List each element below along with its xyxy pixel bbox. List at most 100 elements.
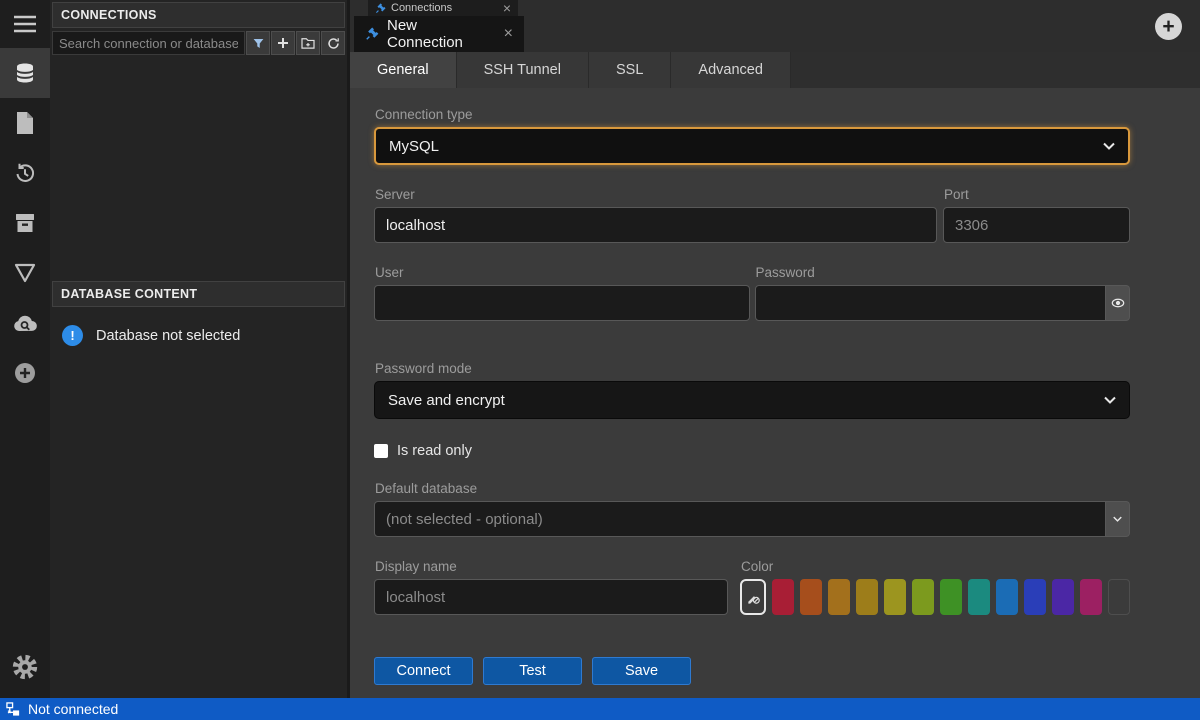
user-input[interactable]: [374, 285, 750, 321]
sidebar-item-add[interactable]: [0, 348, 50, 398]
connection-type-select[interactable]: MySQL: [374, 127, 1130, 165]
color-swatch[interactable]: [800, 579, 822, 615]
default-database-input[interactable]: [374, 501, 1106, 537]
show-password-button[interactable]: [1106, 285, 1130, 321]
test-button[interactable]: Test: [483, 657, 582, 685]
tab-new-connection[interactable]: New Connection ×: [354, 16, 524, 52]
add-circle-icon: [13, 361, 37, 385]
server-input[interactable]: [374, 207, 937, 243]
connect-button[interactable]: Connect: [374, 657, 473, 685]
chevron-down-icon: [1104, 396, 1116, 404]
color-label: Color: [741, 559, 1130, 574]
cloud-search-icon: [12, 312, 38, 334]
color-swatch[interactable]: [940, 579, 962, 615]
tab-ssh-tunnel[interactable]: SSH Tunnel: [457, 52, 589, 88]
password-input[interactable]: [755, 285, 1107, 321]
default-database-label: Default database: [375, 481, 1130, 496]
color-swatch[interactable]: [1080, 579, 1102, 615]
new-folder-button[interactable]: [296, 31, 320, 55]
sidebar-item-history[interactable]: [0, 148, 50, 198]
password-label: Password: [756, 265, 1131, 280]
history-icon: [13, 161, 37, 185]
status-bar: Not connected: [0, 698, 1200, 720]
refresh-icon: [327, 37, 340, 50]
color-swatch[interactable]: [828, 579, 850, 615]
new-tab-button[interactable]: +: [1155, 13, 1182, 40]
tab-ssl[interactable]: SSL: [589, 52, 671, 88]
connections-panel-title: CONNECTIONS: [52, 2, 345, 28]
close-icon[interactable]: ×: [503, 1, 511, 15]
color-swatch[interactable]: [856, 579, 878, 615]
connections-list[interactable]: [50, 55, 347, 279]
folder-plus-icon: [301, 37, 315, 49]
connection-form: Connection type MySQL Server Port: [350, 88, 1200, 698]
color-swatch[interactable]: [1052, 579, 1074, 615]
sidebar-item-filter[interactable]: [0, 248, 50, 298]
color-swatch[interactable]: [968, 579, 990, 615]
add-connection-button[interactable]: [271, 31, 295, 55]
plug-icon: [365, 27, 379, 41]
color-swatch[interactable]: [912, 579, 934, 615]
display-name-label: Display name: [375, 559, 728, 574]
color-picker: [740, 579, 1130, 615]
color-swatch[interactable]: [1024, 579, 1046, 615]
settings-button[interactable]: [0, 642, 50, 692]
archive-icon: [13, 212, 37, 234]
main-area: Connections × New Connection × + General…: [350, 0, 1200, 698]
database-not-selected-message: ! Database not selected: [50, 309, 347, 362]
color-swatch[interactable]: [772, 579, 794, 615]
default-database-dropdown-button[interactable]: [1106, 501, 1130, 537]
filter-triangle-icon: [13, 262, 37, 284]
plus-icon: [277, 37, 289, 49]
password-mode-select[interactable]: Save and encrypt: [374, 381, 1130, 419]
connections-sidebar: CONNECTIONS: [50, 0, 350, 698]
tab-advanced[interactable]: Advanced: [671, 52, 791, 88]
funnel-icon: [252, 37, 265, 50]
database-content-title: DATABASE CONTENT: [52, 281, 345, 307]
sidebar-item-database[interactable]: [0, 48, 50, 98]
activity-bar: [0, 0, 50, 698]
plug-icon: [375, 3, 386, 14]
color-swatch-empty[interactable]: [1108, 579, 1130, 615]
password-mode-value: Save and encrypt: [388, 392, 505, 409]
port-input[interactable]: [943, 207, 1130, 243]
tab-connections-label: Connections: [391, 2, 452, 14]
app-window: CONNECTIONS: [0, 0, 1200, 720]
tab-connections[interactable]: Connections ×: [368, 0, 518, 16]
color-swatch[interactable]: [884, 579, 906, 615]
save-button[interactable]: Save: [592, 657, 691, 685]
color-swatch[interactable]: [996, 579, 1018, 615]
tab-new-connection-label: New Connection: [387, 17, 496, 51]
no-color-button[interactable]: [740, 579, 766, 615]
chevron-down-icon: [1113, 516, 1122, 522]
info-icon: !: [62, 325, 83, 346]
chevron-down-icon: [1103, 142, 1115, 150]
display-name-input[interactable]: [374, 579, 728, 615]
server-label: Server: [375, 187, 937, 202]
filter-button[interactable]: [246, 31, 270, 55]
tab-general[interactable]: General: [350, 52, 457, 88]
user-label: User: [375, 265, 750, 280]
connection-type-value: MySQL: [389, 138, 439, 155]
hamburger-icon: [13, 15, 37, 33]
sidebar-item-files[interactable]: [0, 98, 50, 148]
disconnected-network-icon: [6, 702, 21, 717]
status-text: Not connected: [28, 701, 118, 717]
read-only-checkbox[interactable]: [374, 444, 388, 458]
database-icon: [13, 61, 37, 85]
eye-icon: [1111, 298, 1125, 308]
search-input[interactable]: [52, 31, 245, 55]
password-mode-label: Password mode: [375, 361, 1130, 376]
menu-button[interactable]: [0, 0, 50, 48]
database-not-selected-text: Database not selected: [96, 328, 240, 344]
connection-detail-tabs: General SSH Tunnel SSL Advanced: [350, 52, 1200, 88]
read-only-label: Is read only: [397, 443, 472, 459]
connection-type-label: Connection type: [375, 107, 1130, 122]
file-icon: [14, 111, 36, 135]
color-swatch-list: [772, 579, 1102, 615]
close-icon[interactable]: ×: [504, 26, 513, 42]
refresh-button[interactable]: [321, 31, 345, 55]
sidebar-item-archive[interactable]: [0, 198, 50, 248]
port-label: Port: [944, 187, 1130, 202]
sidebar-item-cloud-search[interactable]: [0, 298, 50, 348]
